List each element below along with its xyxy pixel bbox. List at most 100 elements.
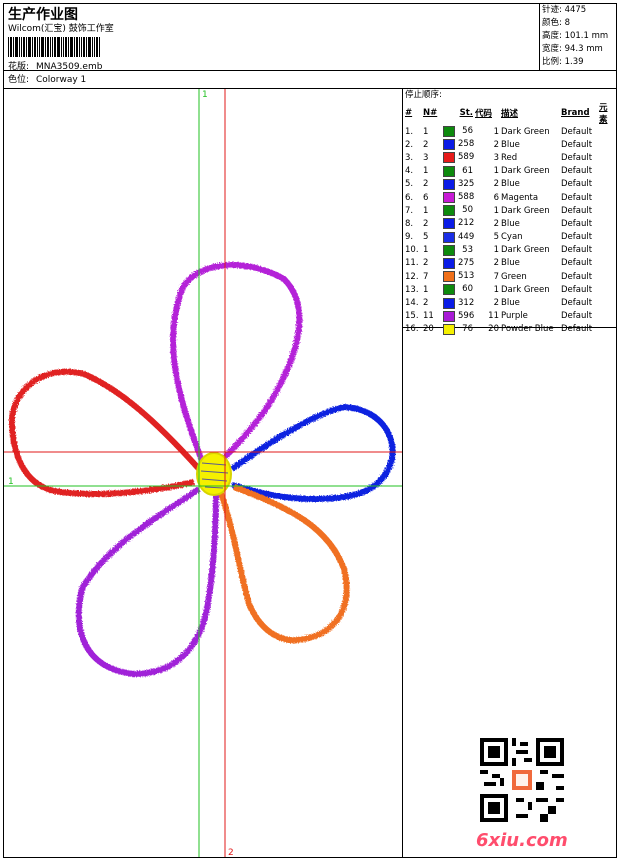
row-brand: Default: [560, 217, 598, 230]
color-swatch: [443, 310, 455, 322]
color-swatch: [443, 284, 455, 296]
row-needle: 11: [422, 310, 442, 323]
row-brand-text: Default: [561, 284, 593, 295]
row-element: [598, 138, 616, 151]
table-row: 2. 2 258 2 Blue Default: [404, 138, 616, 151]
row-brand: Default: [560, 257, 598, 270]
table-row: 12. 7 513 7 Green Default: [404, 270, 616, 283]
row-stitches: 449: [442, 231, 474, 244]
row-index: 16.: [404, 323, 422, 336]
row-stitches: 56: [442, 125, 474, 138]
row-description: Dark Green: [500, 165, 560, 178]
table-row: 4. 1 61 1 Dark Green Default: [404, 165, 616, 178]
row-element: [598, 151, 616, 164]
row-stitches-text: 275: [458, 257, 475, 268]
row-index-text: 16.: [405, 324, 419, 335]
row-description: Purple: [500, 310, 560, 323]
design-value: MNA3509.emb: [36, 62, 103, 72]
row-needle-text: 1: [423, 245, 429, 256]
row-description: Dark Green: [500, 283, 560, 296]
row-code-text: 2: [493, 258, 499, 269]
row-index-text: 8.: [405, 218, 414, 229]
row-needle: 1: [422, 165, 442, 178]
row-code: 2: [474, 138, 500, 151]
row-description-text: Cyan: [501, 232, 523, 243]
row-stitches: 258: [442, 138, 474, 151]
row-index-text: 9.: [405, 232, 414, 243]
row-needle-text: 1: [423, 126, 429, 137]
row-index: 3.: [404, 151, 422, 164]
row-brand: Default: [560, 151, 598, 164]
row-index: 11.: [404, 257, 422, 270]
row-index-text: 11.: [405, 258, 419, 269]
row-brand: Default: [560, 165, 598, 178]
row-stitches-text: 513: [458, 271, 475, 282]
row-index: 10.: [404, 244, 422, 257]
row-description-text: Blue: [501, 298, 520, 309]
row-element: [598, 296, 616, 309]
row-needle: 2: [422, 257, 442, 270]
row-needle-text: 1: [423, 166, 429, 177]
row-index: 1.: [404, 125, 422, 138]
row-brand-text: Default: [561, 205, 593, 216]
row-description-text: Dark Green: [501, 205, 550, 216]
col-index: #: [405, 108, 413, 118]
row-stitches-text: 53: [462, 244, 473, 255]
row-stitches: 76: [442, 323, 474, 336]
row-code-text: 20: [488, 324, 499, 335]
row-index: 8.: [404, 217, 422, 230]
row-element: [598, 178, 616, 191]
flower-center: [196, 452, 232, 496]
color-swatch: [443, 126, 455, 138]
row-index-text: 15.: [405, 311, 419, 322]
row-element: [598, 165, 616, 178]
row-element: [598, 323, 616, 336]
color-swatch: [443, 231, 455, 243]
row-brand-text: Default: [561, 126, 593, 137]
col-stitches: St.: [459, 108, 473, 118]
row-element: [598, 270, 616, 283]
petal-bottom-left: [75, 486, 219, 678]
color-swatch: [443, 139, 455, 151]
stats-block: 针迹: 4475 颜色: 8 高度: 101.1 mm 宽度: 94.3 mm …: [542, 4, 616, 69]
row-stitches-text: 60: [462, 284, 473, 295]
row-index-text: 1.: [405, 126, 414, 137]
table-row: 5. 2 325 2 Blue Default: [404, 178, 616, 191]
row-needle-text: 7: [423, 271, 429, 282]
row-index: 9.: [404, 231, 422, 244]
row-stitches: 588: [442, 191, 474, 204]
row-element: [598, 204, 616, 217]
row-description: Blue: [500, 178, 560, 191]
row-code: 11: [474, 310, 500, 323]
row-needle-text: 20: [423, 324, 434, 335]
color-swatch: [443, 152, 455, 164]
page-title: 生产作业图: [8, 7, 78, 23]
row-stitches-text: 61: [462, 165, 473, 176]
row-description: Blue: [500, 217, 560, 230]
table-row: 10. 1 53 1 Dark Green Default: [404, 244, 616, 257]
row-stitches-text: 258: [458, 139, 475, 150]
row-needle-text: 5: [423, 232, 429, 243]
row-code: 2: [474, 217, 500, 230]
header-divider-right: [539, 70, 617, 71]
row-code: 5: [474, 231, 500, 244]
row-needle: 2: [422, 138, 442, 151]
row-description: Blue: [500, 296, 560, 309]
row-stitches-text: 589: [458, 152, 475, 163]
row-code: 2: [474, 257, 500, 270]
color-swatch: [443, 297, 455, 309]
stat-stitches: 针迹: 4475: [542, 5, 587, 15]
row-stitches: 275: [442, 257, 474, 270]
row-stitches-text: 50: [462, 205, 473, 216]
row-description: Magenta: [500, 191, 560, 204]
row-stitches: 60: [442, 283, 474, 296]
row-element: [598, 231, 616, 244]
table-row: 16. 20 76 20 Powder Blue Default: [404, 323, 616, 336]
row-element: [598, 244, 616, 257]
row-code-text: 1: [493, 205, 499, 216]
row-element: [598, 191, 616, 204]
row-brand-text: Default: [561, 232, 593, 243]
row-index-text: 6.: [405, 192, 414, 203]
guide-label-v-bottom: 2: [228, 848, 234, 857]
row-needle: 7: [422, 270, 442, 283]
